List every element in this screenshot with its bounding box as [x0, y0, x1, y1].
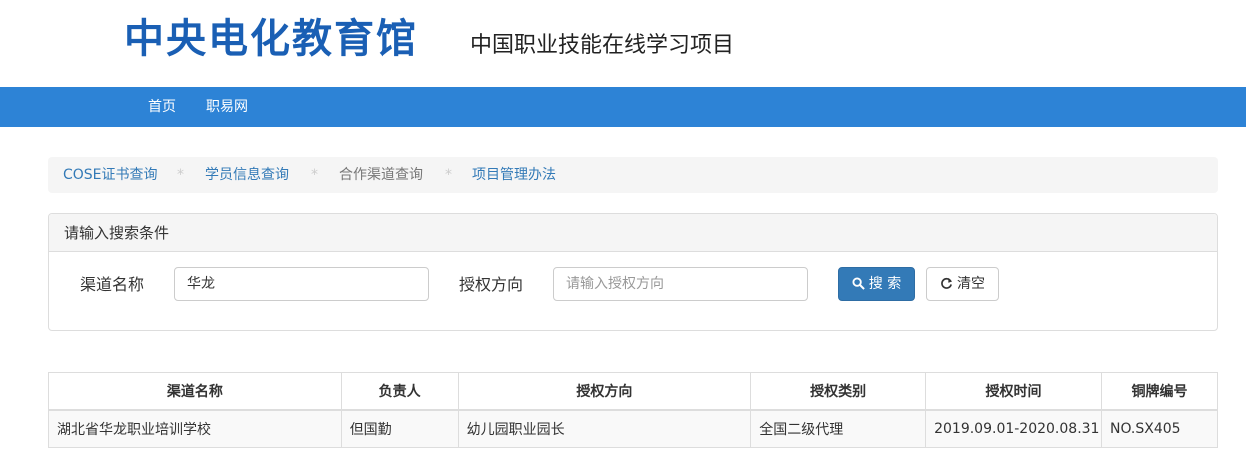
cell-person-in-charge: 但国勤	[340, 409, 459, 448]
nav-home[interactable]: 首页	[148, 87, 176, 127]
search-panel-heading: 请输入搜索条件	[49, 214, 1217, 252]
cell-auth-direction: 幼儿园职业园长	[457, 409, 752, 448]
crumb-separator: *	[445, 167, 452, 183]
refresh-icon	[941, 277, 953, 289]
crumb-cose-certificate[interactable]: COSE证书查询	[63, 157, 158, 193]
channel-name-input[interactable]: 华龙	[174, 267, 429, 301]
auth-direction-input[interactable]: 请输入授权方向	[553, 267, 808, 301]
cell-channel-name: 湖北省华龙职业培训学校	[48, 409, 342, 448]
site-subtitle: 中国职业技能在线学习项目	[470, 33, 735, 58]
search-icon	[852, 277, 865, 290]
column-header: 渠道名称	[48, 372, 342, 411]
crumb-separator: *	[311, 167, 318, 183]
clear-button-label: 清空	[957, 276, 985, 292]
site-logo[interactable]: 中央电化教育馆	[124, 14, 418, 64]
column-header: 铜牌编号	[1101, 372, 1218, 411]
search-panel: 请输入搜索条件 渠道名称 华龙 授权方向 请输入授权方向 搜 索 清空	[48, 213, 1218, 331]
column-header: 授权时间	[925, 372, 1102, 411]
site-header: 中央电化教育馆 中国职业技能在线学习项目	[0, 0, 1246, 86]
crumb-partner-channel[interactable]: 合作渠道查询	[339, 157, 423, 193]
search-button[interactable]: 搜 索	[838, 267, 915, 301]
cell-plaque-number: NO.SX405	[1101, 409, 1218, 448]
auth-direction-label: 授权方向	[459, 275, 524, 294]
table-header-row: 渠道名称 负责人 授权方向 授权类别 授权时间 铜牌编号	[48, 372, 1218, 411]
results-table: 渠道名称 负责人 授权方向 授权类别 授权时间 铜牌编号 湖北省华龙职业培训学校…	[48, 372, 1218, 448]
crumb-separator: *	[177, 167, 184, 183]
clear-button[interactable]: 清空	[926, 267, 999, 301]
crumb-student-info[interactable]: 学员信息查询	[205, 157, 289, 193]
main-navbar: 首页 职易网	[0, 87, 1246, 127]
column-header: 授权方向	[457, 372, 752, 411]
cell-auth-category: 全国二级代理	[750, 409, 927, 448]
nav-zhiyi[interactable]: 职易网	[206, 87, 248, 127]
search-button-label: 搜 索	[868, 276, 902, 292]
channel-name-label: 渠道名称	[80, 275, 145, 294]
breadcrumb: COSE证书查询 * 学员信息查询 * 合作渠道查询 * 项目管理办法	[48, 157, 1218, 193]
table-row: 湖北省华龙职业培训学校 但国勤 幼儿园职业园长 全国二级代理 2019.09.0…	[48, 409, 1218, 448]
column-header: 负责人	[340, 372, 459, 411]
cell-auth-period: 2019.09.01-2020.08.31	[925, 409, 1102, 448]
crumb-project-rules[interactable]: 项目管理办法	[472, 157, 556, 193]
column-header: 授权类别	[750, 372, 927, 411]
